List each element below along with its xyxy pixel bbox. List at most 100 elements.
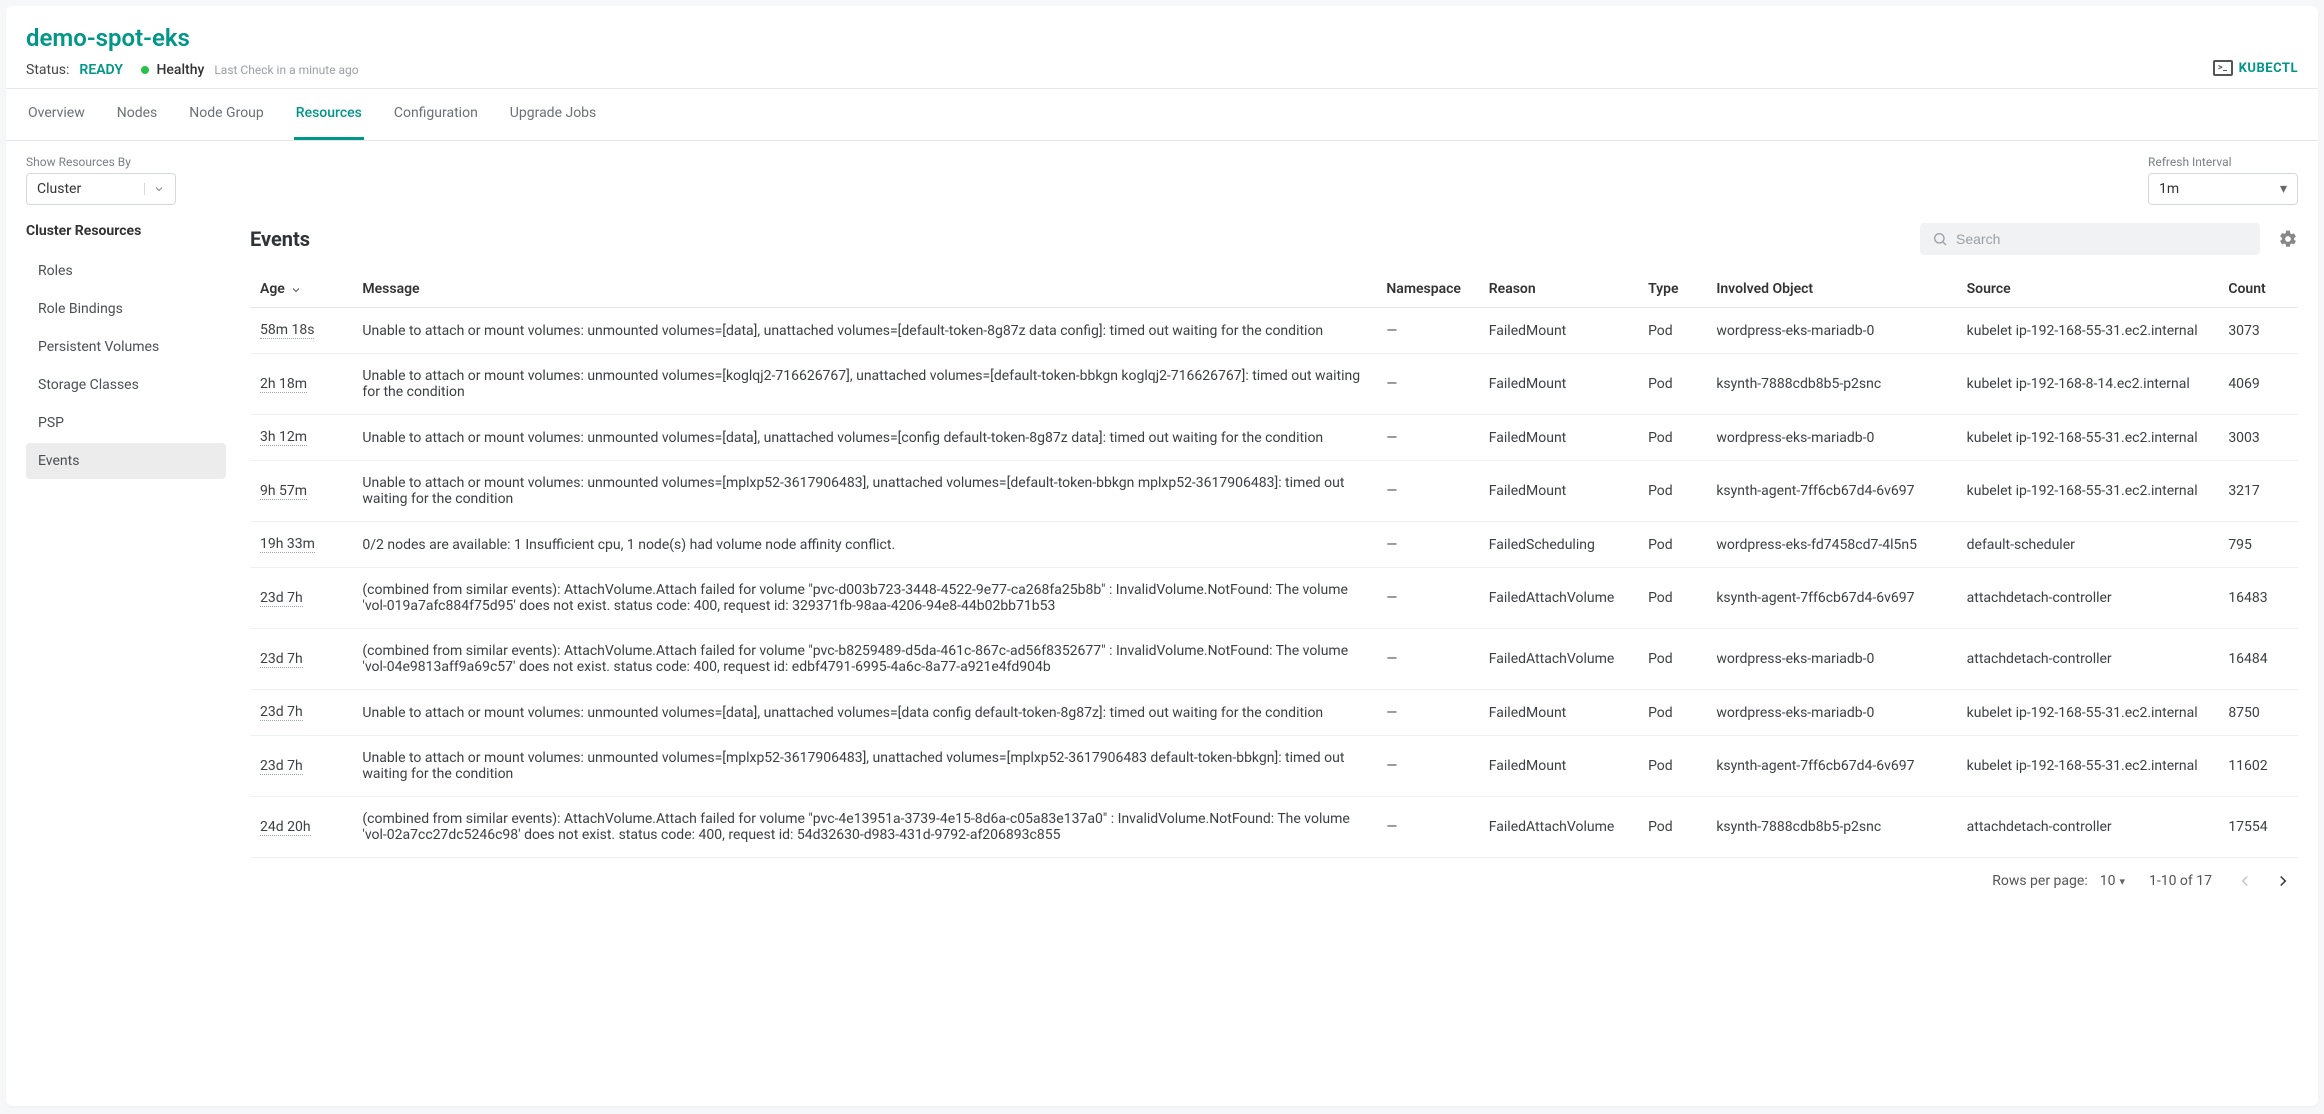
tab-overview[interactable]: Overview xyxy=(26,89,87,140)
reason-cell: FailedMount xyxy=(1479,415,1638,461)
namespace-cell: — xyxy=(1376,461,1478,522)
health-text: Healthy xyxy=(156,62,204,78)
reason-cell: FailedMount xyxy=(1479,736,1638,797)
source-cell: kubelet ip-192-168-55-31.ec2.internal xyxy=(1957,415,2219,461)
events-table: Age Message Namespace Reason Type Involv… xyxy=(250,271,2298,858)
table-row: 23d 7h(combined from similar events): At… xyxy=(250,568,2298,629)
count-cell: 4069 xyxy=(2218,354,2298,415)
count-cell: 3003 xyxy=(2218,415,2298,461)
involved-cell: wordpress-eks-mariadb-0 xyxy=(1706,690,1956,736)
source-cell: kubelet ip-192-168-55-31.ec2.internal xyxy=(1957,308,2219,354)
show-resources-by-label: Show Resources By xyxy=(26,155,176,169)
reason-cell: FailedAttachVolume xyxy=(1479,629,1638,690)
tab-node-group[interactable]: Node Group xyxy=(187,89,265,140)
table-row: 2h 18mUnable to attach or mount volumes:… xyxy=(250,354,2298,415)
message-cell: Unable to attach or mount volumes: unmou… xyxy=(352,415,1376,461)
col-header-type[interactable]: Type xyxy=(1638,271,1706,308)
table-row: 23d 7h(combined from similar events): At… xyxy=(250,629,2298,690)
tab-nodes[interactable]: Nodes xyxy=(115,89,160,140)
age-cell: 58m 18s xyxy=(260,322,314,339)
involved-cell: wordpress-eks-mariadb-0 xyxy=(1706,415,1956,461)
show-resources-by-field: Show Resources By Cluster xyxy=(26,155,176,205)
message-cell: Unable to attach or mount volumes: unmou… xyxy=(352,736,1376,797)
sidebar-item-events[interactable]: Events xyxy=(26,443,226,479)
main-content: Events Ag xyxy=(250,223,2298,894)
search-box[interactable] xyxy=(1920,223,2260,255)
age-cell: 23d 7h xyxy=(260,590,303,607)
prev-page-button[interactable] xyxy=(2236,872,2254,890)
last-check-text: Last Check in a minute ago xyxy=(214,63,358,77)
col-header-source[interactable]: Source xyxy=(1957,271,2219,308)
reason-cell: FailedMount xyxy=(1479,461,1638,522)
involved-cell: ksynth-7888cdb8b5-p2snc xyxy=(1706,354,1956,415)
source-cell: attachdetach-controller xyxy=(1957,568,2219,629)
source-cell: kubelet ip-192-168-55-31.ec2.internal xyxy=(1957,736,2219,797)
col-header-age[interactable]: Age xyxy=(250,271,352,308)
count-cell: 8750 xyxy=(2218,690,2298,736)
involved-cell: wordpress-eks-fd7458cd7-4l5n5 xyxy=(1706,522,1956,568)
tab-resources[interactable]: Resources xyxy=(294,89,364,140)
namespace-cell: — xyxy=(1376,415,1478,461)
status-label: Status: xyxy=(26,62,69,78)
sidebar-item-roles[interactable]: Roles xyxy=(26,253,226,289)
tab-upgrade-jobs[interactable]: Upgrade Jobs xyxy=(508,89,598,140)
count-cell: 3217 xyxy=(2218,461,2298,522)
refresh-interval-select[interactable]: 1m ▾ xyxy=(2148,173,2298,205)
namespace-cell: — xyxy=(1376,308,1478,354)
rows-per-page-label: Rows per page: xyxy=(1992,873,2087,889)
source-cell: attachdetach-controller xyxy=(1957,797,2219,858)
table-row: 9h 57mUnable to attach or mount volumes:… xyxy=(250,461,2298,522)
age-cell: 23d 7h xyxy=(260,758,303,775)
tab-configuration[interactable]: Configuration xyxy=(392,89,480,140)
page-header: demo-spot-eks Status: READY Healthy Last… xyxy=(6,6,2318,89)
sidebar-item-storage-classes[interactable]: Storage Classes xyxy=(26,367,226,403)
table-row: 3h 12m Unable to attach or mount volumes:… xyxy=(250,415,2298,461)
sidebar-item-psp[interactable]: PSP xyxy=(26,405,226,441)
show-resources-by-value: Cluster xyxy=(37,181,81,197)
col-header-message[interactable]: Message xyxy=(352,271,1376,308)
caret-down-icon: ▾ xyxy=(2119,875,2125,888)
cluster-title: demo-spot-eks xyxy=(26,24,2298,52)
col-header-count[interactable]: Count xyxy=(2218,271,2298,308)
col-header-reason[interactable]: Reason xyxy=(1479,271,1638,308)
kubectl-button[interactable]: >_ KUBECTL xyxy=(2213,60,2298,76)
sidebar-item-role-bindings[interactable]: Role Bindings xyxy=(26,291,226,327)
involved-cell: ksynth-agent-7ff6cb67d4-6v697 xyxy=(1706,568,1956,629)
refresh-interval-value: 1m xyxy=(2159,181,2179,197)
sidebar-title: Cluster Resources xyxy=(26,223,226,239)
rows-per-page-select[interactable]: 10 ▾ xyxy=(2100,873,2125,889)
count-cell: 795 xyxy=(2218,522,2298,568)
col-header-involved[interactable]: Involved Object xyxy=(1706,271,1956,308)
type-cell: Pod xyxy=(1638,522,1706,568)
show-resources-by-select[interactable]: Cluster xyxy=(26,173,176,205)
message-cell: 0/2 nodes are available: 1 Insufficient … xyxy=(352,522,1376,568)
sort-desc-icon xyxy=(290,282,302,296)
table-row: 24d 20h(combined from similar events): A… xyxy=(250,797,2298,858)
type-cell: Pod xyxy=(1638,736,1706,797)
namespace-cell: — xyxy=(1376,629,1478,690)
reason-cell: FailedAttachVolume xyxy=(1479,568,1638,629)
source-cell: attachdetach-controller xyxy=(1957,629,2219,690)
message-cell: (combined from similar events): AttachVo… xyxy=(352,629,1376,690)
type-cell: Pod xyxy=(1638,308,1706,354)
gear-icon[interactable] xyxy=(2278,229,2298,249)
age-cell: 3h 12m xyxy=(260,429,307,446)
type-cell: Pod xyxy=(1638,629,1706,690)
table-row: 23d 7hUnable to attach or mount volumes:… xyxy=(250,690,2298,736)
sidebar-item-persistent-volumes[interactable]: Persistent Volumes xyxy=(26,329,226,365)
search-input[interactable] xyxy=(1956,231,2248,247)
sidebar: Cluster Resources RolesRole BindingsPers… xyxy=(26,223,226,481)
namespace-cell: — xyxy=(1376,797,1478,858)
message-cell: Unable to attach or mount volumes: unmou… xyxy=(352,308,1376,354)
involved-cell: ksynth-agent-7ff6cb67d4-6v697 xyxy=(1706,461,1956,522)
col-header-namespace[interactable]: Namespace xyxy=(1376,271,1478,308)
type-cell: Pod xyxy=(1638,690,1706,736)
source-cell: kubelet ip-192-168-55-31.ec2.internal xyxy=(1957,690,2219,736)
caret-down-icon: ▾ xyxy=(2280,181,2287,197)
reason-cell: FailedMount xyxy=(1479,308,1638,354)
message-cell: Unable to attach or mount volumes: unmou… xyxy=(352,354,1376,415)
pagination: Rows per page: 10 ▾ 1-10 of 17 xyxy=(250,858,2298,894)
refresh-interval-field: Refresh Interval 1m ▾ xyxy=(2148,155,2298,205)
next-page-button[interactable] xyxy=(2274,872,2292,890)
involved-cell: wordpress-eks-mariadb-0 xyxy=(1706,629,1956,690)
